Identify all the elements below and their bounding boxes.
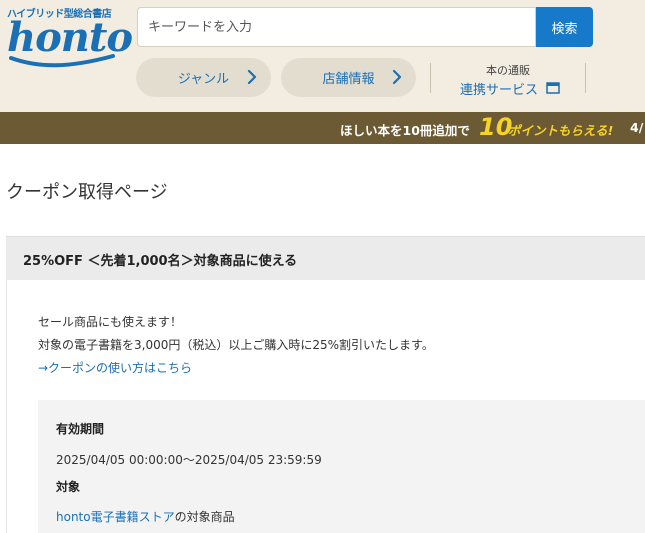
genre-nav-label: ジャンル [177, 72, 230, 87]
validity-value: 2025/04/05 00:00:00～2025/04/05 23:59:59 [56, 453, 322, 467]
store-info-nav-label: 店舗情報 [322, 72, 375, 87]
window-icon [546, 82, 560, 94]
nav-divider [430, 63, 431, 93]
linked-services-label: 連携サービス [460, 83, 539, 98]
honto-logo[interactable]: honto [7, 16, 133, 68]
chevron-right-icon [392, 69, 402, 85]
coupon-howto-link[interactable]: →クーポンの使い方はこちら [38, 359, 192, 376]
store-info-nav-button[interactable]: 店舗情報 [281, 58, 416, 97]
honto-swoosh-icon [9, 54, 115, 68]
genre-nav-button[interactable]: ジャンル [136, 58, 271, 97]
linked-services-link[interactable]: 本の通販 連携サービス [440, 60, 580, 100]
search-button[interactable]: 検索 [536, 7, 593, 47]
promo-next-text: 4/ [630, 120, 644, 135]
page-title: クーポン取得ページ [6, 182, 168, 203]
coupon-description-line1: セール商品にも使えます！ [38, 315, 183, 329]
promo-highlight: ポイントもらえる! [508, 123, 614, 138]
coupon-heading: 25%OFF ＜先着1,000名＞対象商品に使える [23, 254, 298, 269]
nav-divider [585, 63, 586, 93]
coupon-info-box: 有効期間 2025/04/05 00:00:00～2025/04/05 23:5… [38, 400, 645, 533]
site-header: ハイブリッド型総合書店 honto 検索 ジャンル 店舗情報 本の通販 連携サー… [0, 0, 645, 112]
coupon-heading-bar: 25%OFF ＜先着1,000名＞対象商品に使える [6, 236, 645, 280]
validity-label: 有効期間 [56, 422, 105, 436]
coupon-description-line2: 対象の電子書籍を3,000円（税込）以上ご購入時に25%割引いたします。 [38, 338, 434, 352]
target-value: honto電子書籍ストアの対象商品 [56, 508, 235, 525]
chevron-right-icon [247, 69, 257, 85]
promo-text: ほしい本を10冊追加で [340, 123, 470, 138]
target-store-link[interactable]: honto電子書籍ストア [56, 510, 175, 524]
search-input[interactable] [137, 7, 536, 47]
linked-services-caption: 本の通販 [486, 64, 530, 77]
coupon-body: セール商品にも使えます！ 対象の電子書籍を3,000円（税込）以上ご購入時に25… [6, 280, 645, 533]
target-suffix: の対象商品 [174, 510, 235, 524]
target-label: 対象 [56, 480, 81, 494]
promo-banner[interactable]: ほしい本を10冊追加で 10 ポイントもらえる! 4/ [0, 112, 645, 144]
